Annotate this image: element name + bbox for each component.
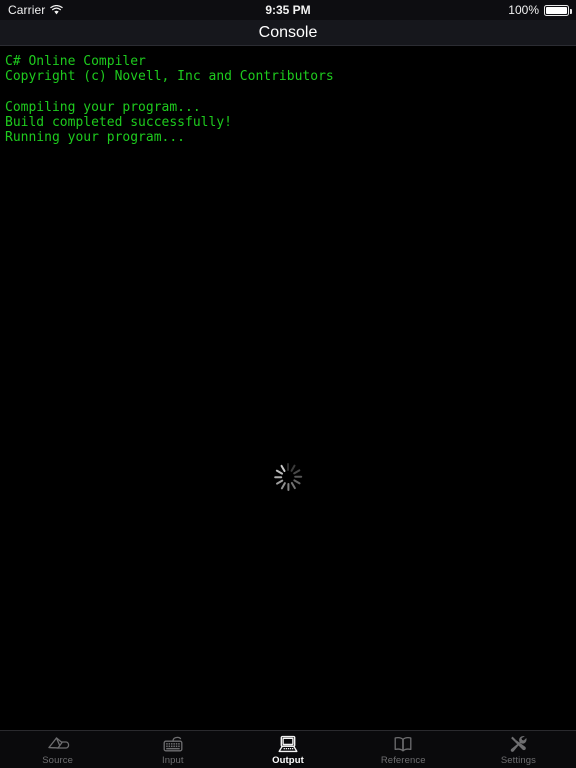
tab-label-source: Source — [42, 755, 73, 766]
activity-indicator-spoke — [280, 482, 286, 490]
activity-indicator-spoke — [287, 463, 290, 471]
battery-percent-label: 100% — [508, 3, 539, 17]
tab-input[interactable]: Input — [115, 731, 230, 768]
tab-source[interactable]: Source — [0, 731, 115, 768]
open-book-icon — [390, 733, 416, 755]
status-bar-right: 100% — [508, 0, 572, 20]
console-line: Copyright (c) Novell, Inc and Contributo… — [5, 69, 334, 85]
activity-indicator-spoke — [290, 482, 297, 490]
tab-bar: Source Input Output Reference Settings — [0, 730, 576, 768]
pencil-write-icon — [45, 733, 71, 755]
computer-monitor-icon — [275, 733, 301, 755]
activity-indicator-spoke — [274, 475, 282, 479]
battery-fill — [546, 6, 567, 14]
activity-indicator-spoke — [275, 468, 284, 475]
tools-wrench-screwdriver-icon — [505, 733, 531, 755]
console-text: C# Online Compiler Copyright (c) Novell, … — [5, 54, 334, 145]
app-window: Carrier 9:35 PM 100% Console C# Online C… — [0, 0, 576, 768]
status-bar: Carrier 9:35 PM 100% — [0, 0, 576, 20]
console-line: C# Online Compiler — [5, 54, 146, 69]
console-line: Compiling your program... — [5, 99, 201, 115]
loading-overlay — [0, 46, 576, 730]
tab-label-output: Output — [272, 755, 304, 766]
nav-bar: Console — [0, 20, 576, 46]
status-bar-clock: 9:35 PM — [265, 3, 311, 17]
page-title: Console — [258, 24, 318, 41]
console-line-blank — [5, 84, 334, 99]
activity-indicator-spoke — [275, 479, 284, 486]
keyboard-icon — [160, 733, 186, 755]
activity-indicator-spoke — [293, 479, 301, 486]
console-line: Build completed successfully! — [5, 114, 232, 130]
tab-label-reference: Reference — [380, 755, 426, 766]
battery-full-icon — [544, 4, 572, 16]
activity-indicator-spoke — [294, 475, 303, 479]
activity-indicator-spoke — [293, 468, 301, 475]
activity-indicator-spoke — [287, 483, 290, 491]
activity-indicator-spoke — [290, 464, 297, 472]
tab-output[interactable]: Output — [230, 731, 345, 768]
tab-label-input: Input — [161, 755, 184, 766]
tab-reference[interactable]: Reference — [346, 731, 461, 768]
tab-settings[interactable]: Settings — [461, 731, 576, 768]
tab-label-settings: Settings — [500, 755, 536, 766]
activity-indicator — [273, 462, 303, 492]
console-output-area[interactable]: C# Online Compiler Copyright (c) Novell, … — [0, 46, 576, 730]
console-line: Running your program... — [5, 130, 186, 146]
activity-indicator-spoke — [280, 464, 286, 472]
